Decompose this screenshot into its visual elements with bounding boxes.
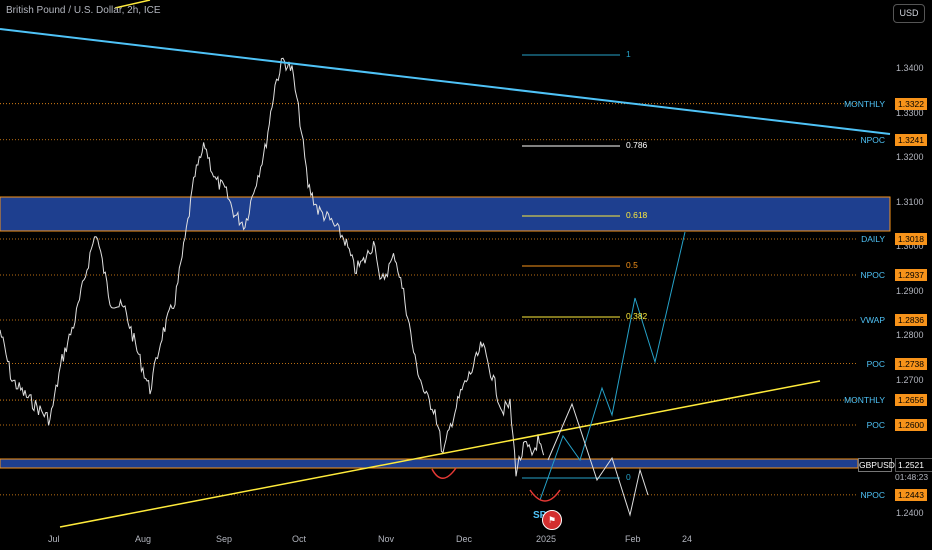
time-axis-tick: Oct <box>292 534 307 544</box>
candle-countdown: 01:48:23 <box>895 472 929 482</box>
price-axis-tick: 1.3200 <box>896 152 924 162</box>
level-price-tag: 1.2656 <box>895 394 927 407</box>
chart-area[interactable]: British Pound / U.S. Dollar, 2h, ICE USD… <box>0 0 932 550</box>
symbol-tag: GBPUSD <box>858 458 895 472</box>
time-axis-tick: 2025 <box>536 534 557 544</box>
level-name-label: MONTHLY <box>844 395 885 406</box>
currency-button[interactable]: USD <box>893 4 925 23</box>
price-chart[interactable] <box>0 0 932 550</box>
demand-zone[interactable] <box>0 458 859 469</box>
fib-level-label: 0.786 <box>626 140 648 150</box>
time-axis-tick: 24 <box>682 534 693 544</box>
fib-level-label: 0.618 <box>626 210 648 220</box>
level-price-tag: 1.2836 <box>895 313 927 326</box>
bottom-arc-right <box>529 489 561 502</box>
price-axis-tick: 1.2700 <box>896 374 924 385</box>
price-axis-tick: 1.2900 <box>896 285 924 296</box>
price-axis-tick: 1.2800 <box>896 330 924 340</box>
time-axis-tick: Sep <box>216 534 233 544</box>
level-name-label: VWAP <box>860 314 885 325</box>
level-name-label: NPOC <box>860 489 885 500</box>
level-name-label: NPOC <box>860 270 885 281</box>
fib-level-label: 0.5 <box>626 260 638 270</box>
level-price-tag: 1.2937 <box>895 269 927 282</box>
level-name-label: NPOC <box>860 134 885 145</box>
level-name-label: DAILY <box>861 233 885 244</box>
level-name-label: POC <box>866 420 885 430</box>
level-price-tag: 1.3241 <box>895 133 927 146</box>
price-axis-tick: 1.3100 <box>896 196 924 207</box>
level-price-tag: 1.2600 <box>895 419 927 431</box>
time-axis-tick: Nov <box>378 534 395 544</box>
fib-level-label: 0.382 <box>626 311 648 321</box>
level-name-label: POC <box>866 358 885 369</box>
fib-level-label: 0 <box>626 472 631 482</box>
time-axis-tick: Dec <box>456 534 473 544</box>
price-axis-tick: 1.2400 <box>896 508 924 518</box>
last-price-tag: 1.2521 <box>895 458 932 472</box>
chart-title: British Pound / U.S. Dollar, 2h, ICE <box>6 5 161 16</box>
level-name-label: MONTHLY <box>844 98 885 109</box>
level-lines <box>0 103 858 496</box>
time-axis-tick: Jul <box>48 534 60 544</box>
fib-level-label: 1 <box>626 49 631 59</box>
price-axis-tick: 1.3400 <box>896 63 924 73</box>
time-axis-tick: Aug <box>135 534 152 544</box>
level-price-tag: 1.2738 <box>895 357 927 370</box>
lower-trendline[interactable] <box>59 380 821 528</box>
level-price-tag: 1.3018 <box>895 232 927 245</box>
bottom-arc-left <box>431 467 457 479</box>
level-price-tag: 1.2443 <box>895 488 927 501</box>
supply-zone[interactable] <box>0 196 891 232</box>
time-axis-tick: Feb <box>625 534 641 544</box>
upper-trendline[interactable] <box>0 28 891 135</box>
level-price-tag: 1.3322 <box>895 97 927 110</box>
fib-retracement[interactable] <box>522 54 620 479</box>
price-series <box>0 57 545 477</box>
flag-icon[interactable]: ⚑ <box>542 510 562 530</box>
